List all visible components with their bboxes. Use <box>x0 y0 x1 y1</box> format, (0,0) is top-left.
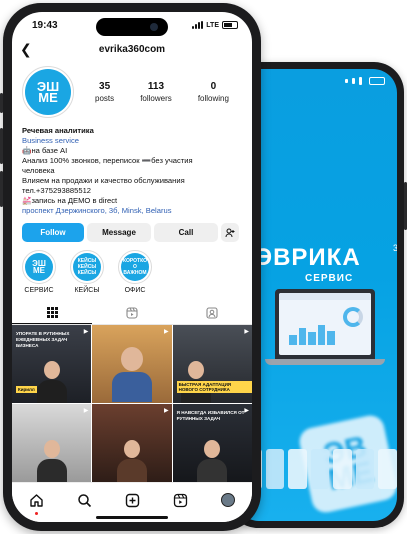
reel-icon: ▶ <box>244 408 249 414</box>
highlight-label: ОФИС <box>124 287 146 294</box>
posts-grid: УПОРАТЕ В РУТИННЫХ ЕЖЕДНЕВНЫХ ЗАДАЧ БИЗН… <box>12 325 252 482</box>
post-tile[interactable]: ▶ <box>12 404 92 482</box>
stat-posts[interactable]: 35 posts <box>95 81 114 103</box>
thumbnail-strip <box>239 449 397 489</box>
highlight-label: КЕЙСЫ <box>74 287 100 294</box>
post-tag: БЫСТРАЯ АДАПТАЦИЯ НОВОГО СОТРУДНИКА <box>176 381 252 393</box>
search-icon[interactable] <box>74 490 94 510</box>
network-label: LTE <box>206 21 219 29</box>
profile-stats: 35 posts 113 followers 0 following <box>82 81 242 103</box>
profile-name: Речевая аналитика <box>22 126 94 135</box>
profile-bio: Речевая аналитика Business service 🤖на б… <box>12 118 252 216</box>
posts-count: 35 <box>99 81 111 92</box>
following-count: 0 <box>210 81 217 92</box>
brand-title: ЭВРИКА <box>255 244 361 271</box>
posts-label: posts <box>95 94 115 103</box>
brand-logo: ЭВРИКА 360 СЕРВИС <box>255 243 397 284</box>
reels-icon <box>126 307 138 319</box>
bio-line: 💒запись на ДЕМО в direct <box>22 196 118 205</box>
profile-actions: Follow Message Call <box>12 216 252 242</box>
profile-category[interactable]: Business service <box>22 136 242 146</box>
volume-down-button <box>0 171 3 207</box>
story-highlights: ЭШ МЕ СЕРВИС КЕЙСЫ КЕЙСЫ КЕЙСЫ КЕЙСЫ КОРОТК… <box>12 242 252 294</box>
stat-following[interactable]: 0 following <box>198 81 229 103</box>
volume-up-button <box>0 128 3 164</box>
battery-icon <box>222 21 238 29</box>
highlight-cases[interactable]: КЕЙСЫ КЕЙСЫ КЕЙСЫ КЕЙСЫ <box>70 250 104 294</box>
signal-icon <box>192 21 204 29</box>
highlight-service[interactable]: ЭШ МЕ СЕРВИС <box>22 250 56 294</box>
highlight-office[interactable]: КОРОТКО О ВАЖНОМ ОФИС <box>118 250 152 294</box>
front-phone: 19:43 LTE ❮ evrika360com ЭШМЕ 35 posts <box>0 3 261 531</box>
message-button[interactable]: Message <box>87 223 151 242</box>
bio-line: 🤖на базе AI <box>22 146 68 155</box>
post-caption: УПОРАТЕ В РУТИННЫХ ЕЖЕДНЕВНЫХ ЗАДАЧ БИЗН… <box>16 331 70 348</box>
bio-line: Анализ 100% звонков, переписок ➖без учас… <box>22 156 193 165</box>
tab-reels[interactable] <box>92 302 172 324</box>
profile-header: ЭШ МЕ 35 posts 113 followers 0 following <box>12 60 252 118</box>
home-icon[interactable] <box>26 490 46 515</box>
reel-icon: ▶ <box>244 329 249 335</box>
tab-tagged[interactable] <box>172 302 252 324</box>
post-tile[interactable]: Я НАВСЕГДА ИЗБАВИЛСЯ ОТ РУТИННЫХ ЗАДАЧ ▶ <box>172 404 252 482</box>
create-post-icon[interactable] <box>122 490 142 510</box>
profile-nav-avatar[interactable] <box>218 490 238 510</box>
follow-button[interactable]: Follow <box>22 223 84 242</box>
highlight-label: СЕРВИС <box>24 287 54 294</box>
post-tile[interactable]: УПОРАТЕ В РУТИННЫХ ЕЖЕДНЕВНЫХ ЗАДАЧ БИЗН… <box>12 325 92 403</box>
bio-line: человека <box>22 166 55 175</box>
post-caption: Я НАВСЕГДА ИЗБАВИЛСЯ ОТ РУТИННЫХ ЗАДАЧ <box>176 410 245 421</box>
followers-count: 113 <box>147 81 165 92</box>
post-tile[interactable]: ▶ <box>92 325 172 403</box>
profile-screen: 19:43 LTE ❮ evrika360com ЭШМЕ 35 posts <box>12 12 252 522</box>
laptop-mockup <box>265 289 385 369</box>
grid-icon <box>46 307 58 318</box>
stat-followers[interactable]: 113 followers <box>140 81 172 103</box>
call-button[interactable]: Call <box>154 223 218 242</box>
top-bar: ❮ evrika360com <box>12 38 252 60</box>
clock: 19:43 <box>32 19 58 31</box>
reels-nav-icon[interactable] <box>170 490 190 510</box>
followers-label: followers <box>140 94 172 103</box>
profile-avatar[interactable]: ЭШ МЕ <box>22 66 74 118</box>
tagged-icon <box>206 307 218 319</box>
profile-tabs <box>12 302 252 325</box>
reel-icon: ▶ <box>164 329 169 335</box>
brand-logo-icon: ЭШ МЕ <box>36 79 60 105</box>
profile-username: evrika360com <box>98 43 166 55</box>
reel-icon: ▶ <box>83 329 89 335</box>
bio-line: тел.+375293885512 <box>22 186 92 195</box>
brand-superscript: 360 <box>393 243 397 253</box>
home-indicator <box>96 516 168 519</box>
post-tile[interactable]: ▶ <box>92 404 172 482</box>
post-tag: Кирилл <box>16 386 37 393</box>
dynamic-island <box>96 18 168 36</box>
mute-switch <box>0 93 3 113</box>
back-arrow-icon[interactable]: ❮ <box>20 41 36 58</box>
reel-icon: ▶ <box>164 408 169 414</box>
add-person-icon[interactable] <box>221 223 239 242</box>
following-label: following <box>197 94 229 103</box>
reel-icon: ▶ <box>83 408 89 414</box>
back-status-bar <box>345 77 385 85</box>
post-tile[interactable]: БЫСТРАЯ АДАПТАЦИЯ НОВОГО СОТРУДНИКА ▶ <box>172 325 252 403</box>
bio-line: Влияем на продажи и качество обслуживани… <box>22 176 185 185</box>
tab-grid[interactable] <box>12 302 92 324</box>
profile-address-link[interactable]: проспект Дзержинского, 3б, Minsk, Belaru… <box>22 206 242 216</box>
brand-subtitle: СЕРВИС <box>305 273 354 284</box>
